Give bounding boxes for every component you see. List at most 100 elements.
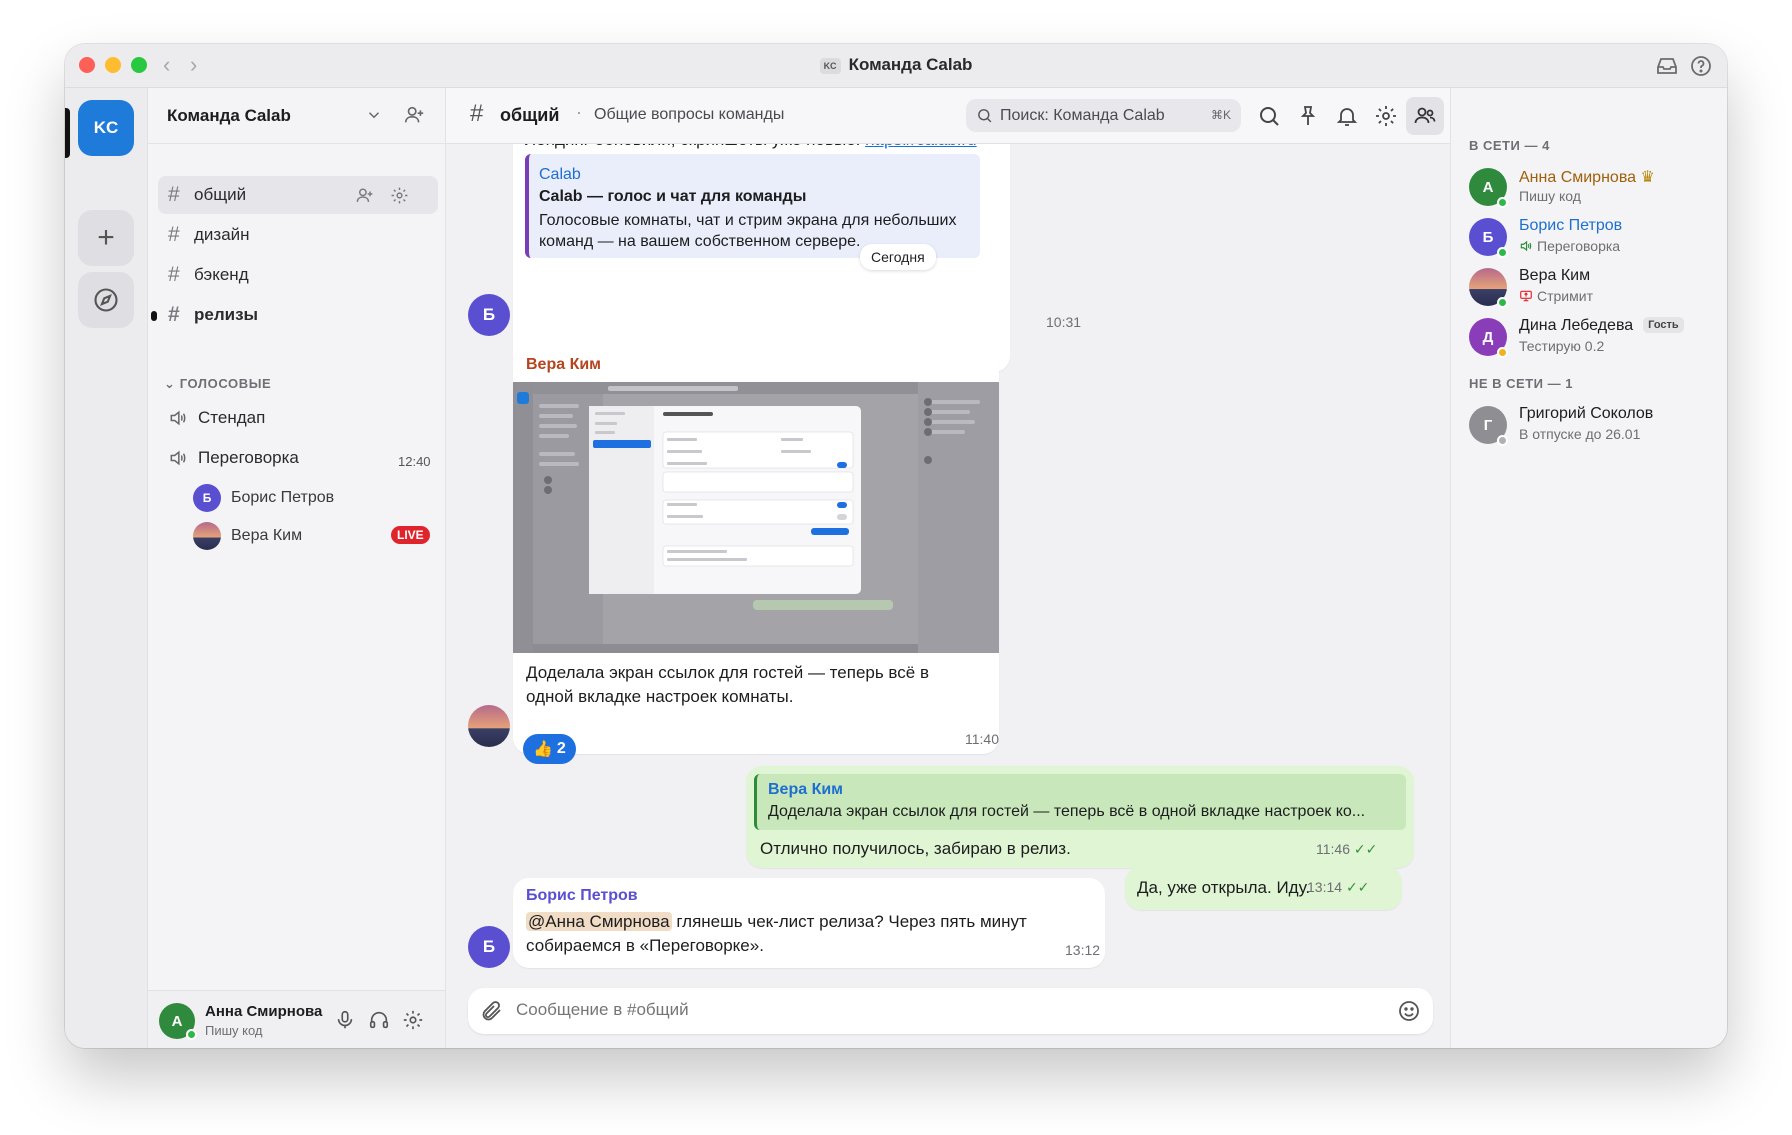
channel-header: # общий · Общие вопросы команды Поиск: К… — [446, 88, 1450, 144]
member-item[interactable]: Вера Ким Стримит — [1469, 266, 1719, 310]
voice-user-boris[interactable]: Б Борис Петров — [193, 484, 334, 512]
member-name-with-badge: Дина Лебедева Гость — [1519, 317, 1684, 335]
message-time-with-read: 13:14 ✓✓ — [1307, 879, 1369, 896]
server-rail: KC + — [65, 88, 148, 1048]
headphones-icon[interactable] — [368, 1009, 390, 1031]
bell-icon[interactable] — [1335, 104, 1359, 128]
channel-item-design[interactable]: # дизайн — [158, 216, 438, 254]
link-preview-card[interactable]: Calab Calab — голос и чат для команды Го… — [525, 154, 980, 258]
screenshot-attachment[interactable] — [513, 382, 999, 653]
team-header[interactable]: Команда Calab — [148, 88, 445, 144]
channel-item-releases[interactable]: # релизы — [151, 296, 438, 334]
search-icon[interactable] — [1257, 104, 1281, 128]
member-name: Анна Смирнова — [1519, 169, 1637, 186]
reaction-count: 2 — [556, 740, 566, 757]
plus-icon: + — [97, 221, 115, 254]
channel-label: общий — [194, 185, 247, 204]
online-status-dot — [1497, 247, 1508, 258]
voice-section-header[interactable]: ⌄ голосовые — [164, 376, 271, 392]
screenshot-image — [513, 382, 999, 653]
explore-servers-button[interactable] — [78, 272, 134, 328]
message-time-with-read: 11:46 ✓✓ — [1316, 841, 1377, 858]
online-status-dot — [1497, 297, 1508, 308]
voice-channel-duration: 12:40 — [398, 454, 431, 469]
channel-settings-gear-icon[interactable] — [390, 186, 409, 205]
members-toggle-button[interactable] — [1406, 97, 1444, 135]
member-item[interactable]: Б Борис Петров Переговорка — [1469, 216, 1719, 260]
message-time: 13:12 — [1065, 942, 1101, 958]
member-item[interactable]: Д Дина Лебедева Гость Тестирую 0.2 — [1469, 316, 1719, 360]
user-mention[interactable]: @Анна Смирнова — [526, 912, 672, 931]
offline-section-header: НЕ В СЕТИ — 1 — [1469, 376, 1573, 391]
reply-quote-text: Доделала экран ссылок для гостей — тепер… — [768, 803, 1366, 820]
message-sender[interactable]: Борис Петров — [526, 887, 638, 905]
compass-icon — [94, 288, 118, 312]
message-text-with-mention: @Анна Смирнова глянешь чек-лист релиза? … — [526, 910, 1096, 958]
voice-channel-meeting-room[interactable]: Переговорка — [168, 448, 299, 468]
reply-quote-sender: Вера Ким — [768, 781, 844, 798]
channel-topic: Общие вопросы команды — [594, 106, 785, 123]
search-input[interactable]: Поиск: Команда Calab ⌘K — [966, 99, 1241, 132]
member-status: Переговорка — [1537, 238, 1621, 254]
microphone-icon[interactable] — [334, 1009, 356, 1031]
live-badge: LIVE — [391, 526, 430, 544]
window-title: KC Команда Calab — [65, 55, 1727, 75]
voice-channel-label: Переговорка — [198, 448, 299, 467]
online-section-header: В СЕТИ — 4 — [1469, 138, 1550, 153]
member-item[interactable]: А Анна Смирнова ♛ Пишу код — [1469, 166, 1719, 210]
channel-settings-gear-icon[interactable] — [1374, 104, 1398, 128]
message-input[interactable] — [516, 1000, 1316, 1020]
avatar[interactable]: Б — [468, 926, 510, 968]
read-receipt-icon: ✓✓ — [1345, 879, 1370, 895]
voice-channel-standup[interactable]: Стендап — [168, 408, 265, 428]
server-team-calab[interactable]: KC — [78, 100, 134, 156]
chevron-down-icon[interactable] — [365, 106, 383, 124]
channel-item-backend[interactable]: # бэкенд — [158, 256, 438, 294]
online-status-dot — [186, 1029, 197, 1040]
members-sidebar: В СЕТИ — 4 А Анна Смирнова ♛ Пишу код Б … — [1450, 88, 1727, 1048]
voice-user-name: Борис Петров — [231, 489, 335, 506]
member-item[interactable]: Г Григорий Соколов В отпуске до 26.01 — [1469, 404, 1719, 448]
hash-icon: # — [168, 183, 180, 206]
invite-to-channel-icon[interactable] — [355, 186, 374, 205]
online-status-dot — [1497, 197, 1508, 208]
user-settings-gear-icon[interactable] — [402, 1009, 424, 1031]
screen-share-icon — [1520, 290, 1532, 302]
emoji-icon[interactable] — [1397, 999, 1421, 1023]
message-bubble-own: Да, уже открыла. Иду. 13:14 ✓✓ — [1125, 866, 1402, 910]
reply-quote[interactable]: Вера Ким Доделала экран ссылок для госте… — [754, 774, 1406, 830]
link-preview-title: Calab — голос и чат для команды — [539, 188, 807, 205]
avatar[interactable]: Б — [468, 294, 510, 336]
link-preview-site: Calab — [539, 166, 581, 183]
member-name-with-crown: Анна Смирнова ♛ — [1519, 167, 1655, 187]
speaker-icon — [170, 450, 186, 466]
active-server-indicator — [65, 108, 70, 158]
invite-user-icon[interactable] — [403, 104, 425, 126]
message-sender[interactable]: Вера Ким — [526, 356, 601, 374]
thumbs-up-icon: 👍 — [533, 741, 553, 758]
member-name: Вера Ким — [1519, 267, 1591, 284]
crown-icon: ♛ — [1640, 169, 1655, 186]
search-icon — [978, 109, 992, 123]
avatar[interactable] — [468, 705, 510, 747]
read-receipt-icon: ✓✓ — [1353, 841, 1378, 857]
avatar — [193, 522, 221, 550]
add-server-button[interactable]: + — [78, 210, 134, 266]
message-time: 10:31 — [1046, 314, 1082, 330]
message-bubble-own: Вера Ким Доделала экран ссылок для госте… — [746, 766, 1414, 868]
message-time: 13:14 — [1307, 879, 1343, 895]
voice-user-vera[interactable]: Вера Ким — [193, 522, 302, 550]
voice-section-label: голосовые — [179, 376, 272, 391]
date-separator-chip: Сегодня — [860, 244, 936, 270]
pin-icon[interactable] — [1296, 104, 1320, 128]
inbox-icon[interactable] — [1655, 54, 1679, 78]
window-title-text: Команда Calab — [848, 55, 973, 74]
paperclip-icon[interactable] — [480, 999, 504, 1023]
reaction-thumbs-up[interactable]: 👍 2 — [523, 734, 576, 764]
help-icon[interactable] — [1689, 54, 1713, 78]
channel-item-general[interactable]: # общий — [158, 176, 438, 214]
speaker-icon — [170, 410, 186, 426]
message-text: Да, уже открыла. Иду. — [1137, 878, 1311, 897]
member-status: Тестирую 0.2 — [1519, 338, 1605, 354]
title-server-badge: KC — [819, 57, 841, 74]
